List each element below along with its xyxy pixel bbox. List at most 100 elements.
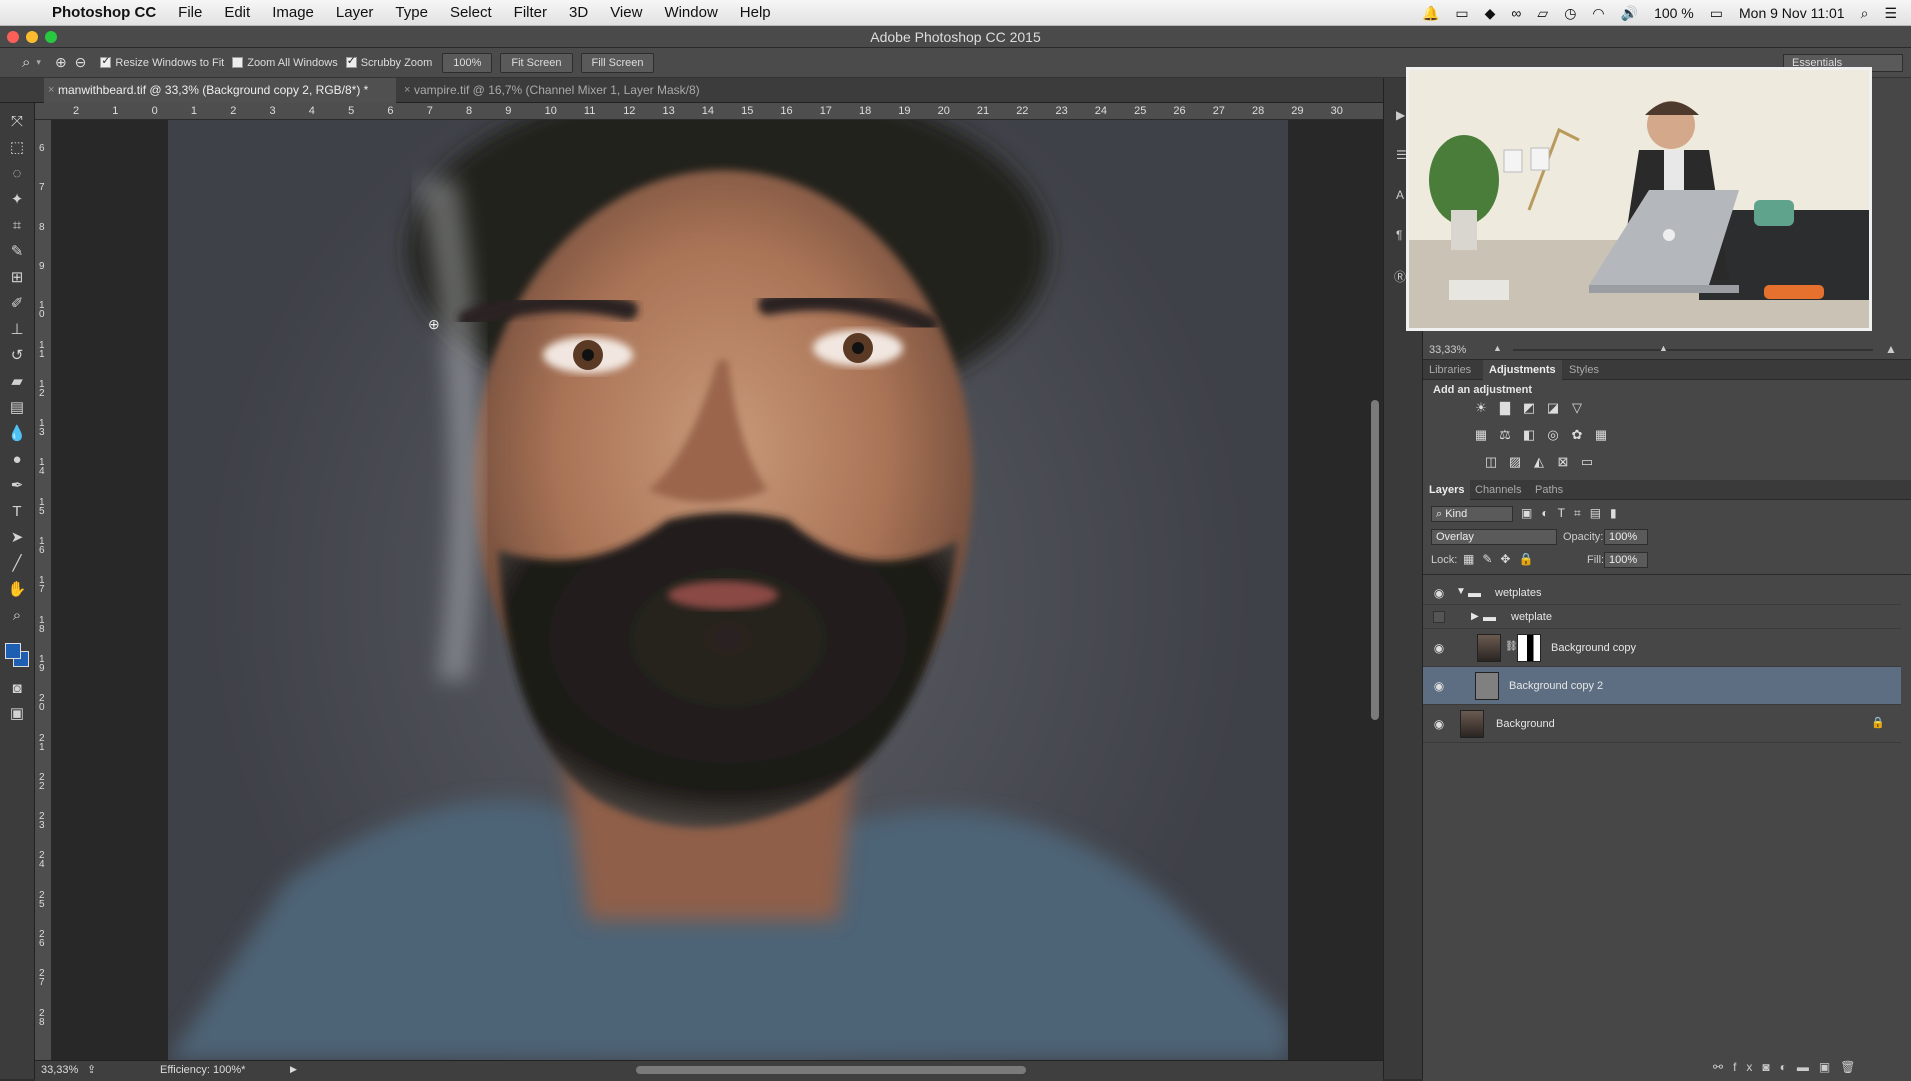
channel-mixer-icon[interactable]: ✿ [1568,427,1586,443]
history-brush-tool-icon[interactable]: ↺ [4,345,30,367]
brush-tool-icon[interactable]: ✐ [4,293,30,315]
layer-mask-thumbnail[interactable] [1517,634,1541,662]
type-tool-icon[interactable]: T [4,501,30,523]
tool-preset-arrow-icon[interactable]: ▾ [36,57,41,68]
zoom-small-icon[interactable]: ▲ [1493,343,1502,353]
vertical-scrollbar[interactable] [1371,400,1379,720]
expand-arrow-icon[interactable]: ▼ [1456,586,1466,597]
invert-icon[interactable]: ◫ [1482,454,1500,470]
menu-3d[interactable]: 3D [558,4,599,21]
layer-row-background[interactable]: ◉ Background 🔒 [1423,705,1901,743]
tab-paths[interactable]: Paths [1529,480,1569,500]
tab-vampire[interactable]: × vampire.tif @ 16,7% (Channel Mixer 1, … [400,78,730,103]
tab-channels[interactable]: Channels [1469,480,1527,500]
layer-filter-kind[interactable]: ⌕ Kind [1431,506,1513,522]
notification-icon[interactable]: 🔔 [1422,5,1439,22]
minimize-window-button[interactable] [26,31,38,43]
smart-object-filter-icon[interactable]: ▤ [1590,506,1610,520]
zoom-large-icon[interactable]: ▲ [1885,342,1897,356]
pen-tool-icon[interactable]: ✒ [4,475,30,497]
zoom-window-button[interactable] [45,31,57,43]
zoom-all-checkbox[interactable]: Zoom All Windows [232,57,338,69]
zoom-100-button[interactable]: 100% [442,52,493,73]
airplay-icon[interactable]: ▱ [1537,5,1548,22]
quick-select-tool-icon[interactable]: ✦ [4,189,30,211]
zoom-in-icon[interactable]: ⊕ [55,54,67,71]
layer-row-wetplate[interactable]: ▶ ▬ wetplate [1423,605,1901,629]
creative-cloud-icon[interactable]: ∞ [1511,5,1521,21]
vibrance-icon[interactable]: ▽ [1568,400,1586,416]
selective-color-icon[interactable]: ⊠ [1554,454,1572,470]
volume-icon[interactable]: 🔊 [1621,5,1638,22]
menu-image[interactable]: Image [261,4,325,21]
quick-mask-icon[interactable]: ◙ [4,678,30,700]
close-window-button[interactable] [7,31,19,43]
color-balance-icon[interactable]: ⚖ [1496,427,1514,443]
zoom-tool-icon[interactable]: ⌕ [22,54,30,71]
chain-link-icon[interactable]: ⛓ [1505,641,1518,652]
visibility-hidden-box[interactable] [1433,611,1445,623]
blur-tool-icon[interactable]: 💧 [4,423,30,445]
marquee-tool-icon[interactable]: ⬚ [4,137,30,159]
layer-style-icon[interactable]: fx [1733,1060,1762,1074]
tab-libraries[interactable]: Libraries [1423,360,1477,380]
eraser-tool-icon[interactable]: ▰ [4,371,30,393]
collapse-arrow-icon[interactable]: ▶ [1471,611,1479,622]
link-layers-icon[interactable]: ⚯ [1713,1060,1733,1074]
visibility-eye-icon[interactable]: ◉ [1431,586,1447,600]
opacity-input[interactable]: 100% [1604,529,1648,545]
menu-edit[interactable]: Edit [213,4,261,21]
dodge-tool-icon[interactable]: ● [4,449,30,471]
filter-toggle-icon[interactable]: ▮ [1610,506,1626,520]
fill-input[interactable]: 100% [1604,552,1648,568]
lock-position-icon[interactable]: ✥ [1500,552,1518,566]
gradient-tool-icon[interactable]: ▤ [4,397,30,419]
eyedropper-tool-icon[interactable]: ✎ [4,241,30,263]
layer-row-background-copy[interactable]: ◉ ⛓ Background copy [1423,629,1901,667]
type-filter-icon[interactable]: T [1558,506,1574,520]
posterize-icon[interactable]: ▨ [1506,454,1524,470]
foreground-color-swatch[interactable] [5,643,21,659]
brightness-icon[interactable]: ☀ [1472,400,1490,416]
black-white-icon[interactable]: ◧ [1520,427,1538,443]
zoom-out-icon[interactable]: ⊖ [75,54,87,71]
hand-tool-icon[interactable]: ✋ [4,579,30,601]
menu-app-name[interactable]: Photoshop CC [52,4,167,21]
blend-mode-select[interactable]: Overlay [1431,529,1557,545]
delete-layer-icon[interactable]: 🗑 [1840,1060,1865,1074]
character-icon[interactable]: A [1396,188,1404,202]
menu-select[interactable]: Select [439,4,503,21]
spotlight-icon[interactable]: ⌕ [1861,5,1869,22]
wifi-icon[interactable]: ◠ [1592,5,1604,22]
menu-file[interactable]: File [167,4,213,21]
lock-transparent-icon[interactable]: ▦ [1463,552,1482,566]
threshold-icon[interactable]: ◭ [1530,454,1548,470]
color-lookup-icon[interactable]: ▦ [1592,427,1610,443]
lock-all-icon[interactable]: 🔒 [1518,552,1541,566]
tab-manwithbeard[interactable]: × manwithbeard.tif @ 33,3% (Background c… [44,78,396,103]
fill-screen-button[interactable]: Fill Screen [580,52,655,73]
photo-filter-icon[interactable]: ◎ [1544,427,1562,443]
resize-windows-checkbox[interactable]: Resize Windows to Fit [100,54,224,69]
horizontal-scrollbar[interactable] [636,1066,1026,1074]
visibility-eye-icon[interactable]: ◉ [1431,679,1447,693]
battery-icon[interactable]: ▭ [1710,5,1723,22]
move-tool-icon[interactable]: ⤧ [4,111,30,133]
close-tab-icon[interactable]: × [48,78,54,103]
new-adjustment-icon[interactable]: ◐ [1780,1060,1797,1074]
clock[interactable]: Mon 9 Nov 11:01 [1739,5,1845,21]
pixel-filter-icon[interactable]: ▣ [1521,506,1541,520]
new-layer-icon[interactable]: ▣ [1819,1060,1840,1074]
lock-pixels-icon[interactable]: ✎ [1482,552,1500,566]
menu-help[interactable]: Help [729,4,782,21]
tab-adjustments[interactable]: Adjustments [1483,360,1562,380]
menu-window[interactable]: Window [653,4,728,21]
adjustment-filter-icon[interactable]: ◐ [1541,506,1557,520]
close-tab-icon[interactable]: × [404,78,410,103]
new-group-icon[interactable]: ▬ [1797,1060,1819,1074]
paragraph-icon[interactable]: ¶ [1396,228,1402,242]
lasso-tool-icon[interactable]: ◌ [4,163,30,185]
scrubby-zoom-checkbox[interactable]: Scrubby Zoom [345,54,432,69]
menu-view[interactable]: View [599,4,653,21]
time-machine-icon[interactable]: ◷ [1564,5,1576,22]
